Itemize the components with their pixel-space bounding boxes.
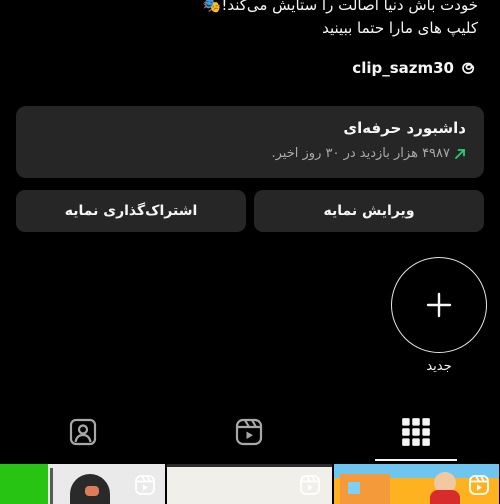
bio-line-2: کلیپ های مارا حتما ببینید xyxy=(322,19,478,37)
reel-badge-icon xyxy=(469,475,489,495)
bio-line-1: خودت باش دنیا اصالت را ستایش می‌کند!🎭 xyxy=(202,0,478,14)
dashboard-stat-text: ۴۹۸۷ هزار بازدید در ۳۰ روز اخیر. xyxy=(271,146,451,161)
professional-dashboard[interactable]: داشبورد حرفه‌ای ۴۹۸۷ هزار بازدید در ۳۰ ر… xyxy=(16,106,484,178)
reel-badge-icon xyxy=(135,475,155,495)
thumbnail-green-panel xyxy=(0,464,48,504)
thumbnail-character-body xyxy=(430,490,460,504)
active-tab-indicator xyxy=(375,459,457,461)
threads-link[interactable]: clip_sazm30 xyxy=(352,57,478,79)
thumbnail-border xyxy=(167,464,332,467)
thumbnail-window xyxy=(348,482,360,494)
reels-icon xyxy=(235,418,263,446)
edit-profile-button[interactable]: ویرایش نمایه xyxy=(254,190,484,232)
tab-tagged[interactable] xyxy=(0,410,166,454)
threads-handle: clip_sazm30 xyxy=(352,59,454,77)
tab-grid[interactable] xyxy=(333,410,499,454)
grid-icon xyxy=(402,418,430,446)
grid-thumbnail-3[interactable] xyxy=(334,464,499,504)
grid-thumbnail-2[interactable] xyxy=(167,464,332,504)
trend-up-arrow-icon xyxy=(455,148,465,159)
thumbnail-character-face xyxy=(85,486,99,496)
reel-badge-icon xyxy=(300,475,320,495)
plus-icon xyxy=(426,292,452,318)
new-highlight-label: جدید xyxy=(426,359,452,374)
tab-reels[interactable] xyxy=(166,410,332,454)
dashboard-title: داشبورد حرفه‌ای xyxy=(343,119,466,137)
thumbnail-divider xyxy=(50,468,53,504)
grid-thumbnail-1[interactable] xyxy=(0,464,165,504)
dashboard-stat: ۴۹۸۷ هزار بازدید در ۳۰ روز اخیر. xyxy=(272,146,467,161)
threads-icon xyxy=(462,62,475,74)
tagged-person-icon xyxy=(69,418,97,446)
new-highlight-button[interactable] xyxy=(391,257,487,353)
share-profile-button[interactable]: اشتراک‌گذاری نمایه xyxy=(16,190,246,232)
